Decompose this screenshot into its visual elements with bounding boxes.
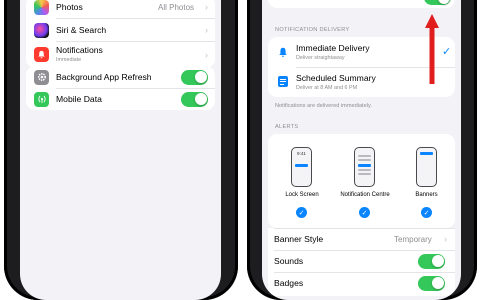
notification-centre-check[interactable]: ✓ bbox=[359, 207, 370, 218]
banner-style-row[interactable]: Banner Style Temporary › bbox=[268, 228, 455, 250]
lock-screen-preview[interactable]: 9:41 bbox=[291, 147, 312, 187]
alert-styles-group: 9:41 Lock Screen ✓ Notification Centre ✓… bbox=[268, 134, 455, 228]
banner-style-value: Temporary bbox=[394, 235, 432, 244]
allow-notifications-group bbox=[268, 0, 455, 8]
banners-label: Banners bbox=[415, 192, 438, 198]
delivery-footer-note: Notifications are delivered immediately. bbox=[275, 103, 372, 109]
immediate-delivery-sublabel: Deliver straightaway bbox=[296, 55, 345, 61]
notifications-label: Notifications bbox=[56, 45, 103, 55]
checkmark-icon: ✓ bbox=[442, 46, 452, 58]
data-settings-group: Background App Refresh Mobile Data bbox=[26, 66, 215, 110]
scheduled-summary-sublabel: Deliver at 8 AM and 6 PM bbox=[296, 85, 358, 91]
notifications-row[interactable]: Notifications Immediate › bbox=[26, 42, 215, 68]
left-phone-screen: Photos All Photos › Siri & Search › Noti… bbox=[20, 0, 221, 300]
sounds-label: Sounds bbox=[274, 256, 304, 266]
siri-search-label: Siri & Search bbox=[56, 25, 107, 35]
gear-icon bbox=[34, 69, 49, 85]
banner-style-label: Banner Style bbox=[274, 234, 324, 244]
mobile-data-toggle[interactable] bbox=[181, 91, 208, 107]
summary-icon bbox=[278, 76, 288, 87]
lock-screen-check[interactable]: ✓ bbox=[296, 207, 307, 218]
red-arrow-annotation bbox=[425, 14, 439, 84]
banners-preview[interactable] bbox=[416, 147, 437, 187]
chevron-right-icon: › bbox=[205, 50, 208, 60]
bell-icon bbox=[34, 47, 49, 62]
notification-delivery-header: NOTIFICATION DELIVERY bbox=[275, 27, 350, 33]
siri-search-row[interactable]: Siri & Search › bbox=[26, 19, 215, 41]
photos-label: Photos bbox=[56, 2, 83, 12]
antenna-icon bbox=[34, 91, 49, 107]
chevron-right-icon: › bbox=[205, 25, 208, 35]
chevron-right-icon: › bbox=[205, 2, 208, 12]
notification-centre-label: Notification Centre bbox=[340, 192, 390, 198]
allow-notifications-toggle[interactable] bbox=[424, 0, 451, 5]
mini-time: 9:41 bbox=[297, 151, 306, 156]
alert-settings-group: Banner Style Temporary › Sounds Badges bbox=[268, 228, 455, 296]
notification-centre-preview[interactable] bbox=[354, 147, 375, 187]
badges-label: Badges bbox=[274, 278, 304, 288]
mobile-data-row: Mobile Data bbox=[26, 88, 215, 110]
bell-icon bbox=[278, 45, 288, 57]
background-refresh-toggle[interactable] bbox=[181, 69, 208, 85]
badges-row: Badges bbox=[268, 272, 455, 294]
photos-row[interactable]: Photos All Photos › bbox=[26, 0, 215, 18]
notifications-sublabel: Immediate bbox=[56, 57, 82, 63]
background-refresh-label: Background App Refresh bbox=[56, 72, 152, 82]
alerts-header: ALERTS bbox=[275, 124, 299, 130]
photos-icon bbox=[34, 0, 49, 15]
app-settings-group: Photos All Photos › Siri & Search › Noti… bbox=[26, 0, 215, 68]
sounds-toggle[interactable] bbox=[418, 253, 445, 269]
mobile-data-label: Mobile Data bbox=[56, 94, 102, 104]
sounds-row: Sounds bbox=[268, 250, 455, 272]
lock-screen-label: Lock Screen bbox=[285, 192, 319, 198]
immediate-delivery-label: Immediate Delivery bbox=[296, 43, 370, 53]
siri-icon bbox=[34, 23, 49, 38]
badges-toggle[interactable] bbox=[418, 275, 445, 291]
chevron-right-icon: › bbox=[444, 234, 447, 244]
background-refresh-row: Background App Refresh bbox=[26, 66, 215, 88]
banners-check[interactable]: ✓ bbox=[421, 207, 432, 218]
photos-value: All Photos bbox=[158, 3, 195, 12]
scheduled-summary-label: Scheduled Summary bbox=[296, 73, 376, 83]
